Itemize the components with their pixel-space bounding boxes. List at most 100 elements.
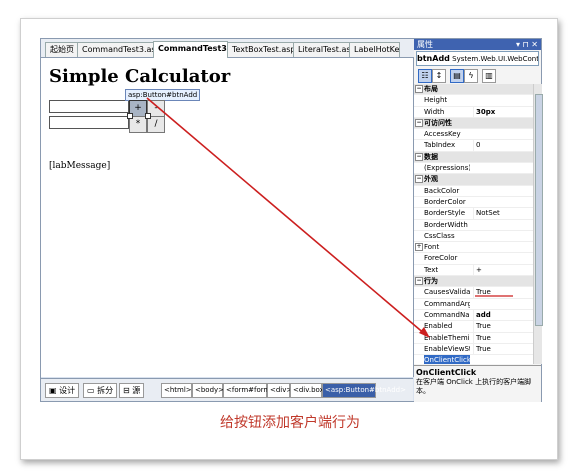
property-value[interactable]: True [473, 321, 533, 332]
property-name: 行为 [424, 277, 438, 286]
property-row[interactable]: BorderWidth [414, 220, 533, 231]
property-value[interactable]: add [473, 309, 533, 321]
property-name: OnClientClick [424, 355, 470, 364]
panel-window-controls[interactable]: ▾ ⊓ ✕ [516, 39, 538, 50]
tab-5[interactable]: LabelHotKey [349, 42, 400, 57]
property-row[interactable]: AccessKey [414, 129, 533, 141]
property-grid-scrollbar[interactable] [533, 84, 543, 364]
expand-icon[interactable]: + [415, 243, 423, 252]
property-row[interactable]: EnableViewStateTrue [414, 343, 533, 356]
property-name: CommandName [424, 310, 470, 319]
source-view-button[interactable]: ⊟ 源 [119, 383, 145, 398]
selection-handle[interactable] [145, 113, 151, 119]
property-category[interactable]: − 布局 [414, 84, 533, 96]
property-row[interactable]: BorderStyle NotSet [414, 208, 533, 220]
property-description: OnClientClick 在客户端 OnClick 上执行的客户端脚本。 [414, 365, 541, 402]
document-tabs: 起始页CommandTest3.aspx.csCommandTest3.aspx… [41, 39, 417, 58]
collapse-icon[interactable]: − [415, 118, 423, 127]
alphabetical-icon[interactable]: ↕ [432, 69, 446, 83]
ide-window: 起始页CommandTest3.aspx.csCommandTest3.aspx… [40, 38, 543, 402]
property-name: Height [424, 96, 448, 105]
events-icon[interactable]: ϟ [464, 69, 478, 83]
property-row[interactable]: OnClientClick [414, 355, 533, 364]
split-view-label: 拆分 [97, 386, 114, 395]
properties-icon[interactable]: ▤ [450, 69, 464, 83]
textbox-second-number[interactable] [49, 116, 129, 129]
collapse-icon[interactable]: − [415, 152, 423, 161]
collapse-icon[interactable]: − [415, 85, 423, 93]
property-row[interactable]: BackColor [414, 186, 533, 197]
property-row[interactable]: Width 30px [414, 106, 533, 118]
designer-bottom-bar: ▣ 设计 ▭ 拆分 ⊟ 源 <html> <body> <form#form1> <d… [41, 378, 413, 401]
source-view-label: 源 [132, 386, 141, 395]
properties-toolbar: ☷ ↕ ▤ ϟ ▥ [414, 67, 541, 85]
property-row[interactable]: CommandArgument [414, 299, 533, 310]
collapse-icon[interactable]: − [415, 175, 423, 184]
textbox-first-number[interactable] [49, 100, 129, 113]
property-row[interactable]: CssClass [414, 231, 533, 243]
collapse-icon[interactable]: − [415, 277, 423, 286]
property-name: Width [424, 107, 445, 116]
property-name: CausesValidation [424, 288, 470, 297]
property-value[interactable]: + [473, 264, 533, 276]
property-row[interactable]: Height [414, 95, 533, 107]
scrollbar-thumb[interactable] [535, 94, 543, 326]
object-selector[interactable]: btnAdd System.Web.UI.WebControls.Button [416, 51, 539, 66]
property-value[interactable]: True [473, 287, 533, 298]
property-row[interactable]: EnableThemingTrue [414, 332, 533, 344]
property-row[interactable]: (Expressions) [414, 163, 533, 175]
property-row[interactable]: CommandNameadd [414, 309, 533, 322]
property-name: CssClass [424, 231, 455, 240]
property-category[interactable]: − 可访问性 [414, 117, 533, 130]
description-text: 在客户端 OnClick 上执行的客户端脚本。 [416, 378, 532, 395]
property-name: BorderStyle [424, 209, 466, 218]
property-row[interactable]: BorderColor [414, 197, 533, 209]
property-name: Font [424, 243, 440, 252]
property-value[interactable]: 30px [473, 106, 533, 117]
property-row[interactable]: TabIndex 0 [414, 140, 533, 152]
breadcrumb-item[interactable]: <html> [161, 383, 192, 398]
tab-1[interactable]: CommandTest3.aspx.cs [77, 42, 154, 57]
property-value[interactable]: NotSet [473, 208, 533, 219]
property-name: (Expressions) [424, 164, 470, 173]
object-name: btnAdd [417, 54, 450, 63]
split-view-button[interactable]: ▭ 拆分 [83, 383, 118, 398]
tab-0[interactable]: 起始页 [45, 42, 78, 57]
breadcrumb-item[interactable]: <form#form1> [223, 383, 281, 398]
breadcrumb-item[interactable]: <asp:Button#btnAdd> [322, 383, 406, 398]
property-category[interactable]: − 数据 [414, 151, 533, 164]
properties-title-bar: 属性 ▾ ⊓ ✕ [414, 39, 541, 50]
page-title: Simple Calculator [49, 66, 231, 87]
tab-4[interactable]: LiteralTest.aspx [293, 42, 350, 57]
design-view-button[interactable]: ▣ 设计 [45, 383, 80, 398]
property-value[interactable]: True [473, 332, 533, 343]
categorized-icon[interactable]: ☷ [418, 69, 432, 83]
property-value[interactable]: True [473, 343, 533, 355]
properties-panel: 属性 ▾ ⊓ ✕ btnAdd System.Web.UI.WebControl… [414, 39, 543, 402]
property-row[interactable]: ForeColor [414, 253, 533, 265]
property-row[interactable]: + Font [414, 242, 533, 254]
breadcrumb-item[interactable]: <div.box> [290, 383, 330, 398]
property-name: Enabled [424, 322, 453, 331]
object-type: System.Web.UI.WebControls.Button [452, 55, 539, 63]
property-row[interactable]: Enabled True [414, 321, 533, 333]
property-name: AccessKey [424, 130, 461, 139]
design-surface[interactable]: Simple Calculator asp:Button#btnAdd + - … [41, 58, 414, 377]
property-row[interactable]: Text + [414, 264, 533, 277]
breadcrumb-item[interactable]: <div> [267, 383, 292, 398]
property-pages-icon[interactable]: ▥ [482, 69, 496, 83]
property-category[interactable]: − 外观 [414, 174, 533, 186]
figure-caption: 给按钮添加客户端行为 [220, 415, 360, 431]
property-name: BorderColor [424, 197, 466, 206]
property-name: Text [424, 265, 439, 274]
property-name: ForeColor [424, 254, 458, 263]
breadcrumb-item[interactable]: <body> [192, 383, 224, 398]
tab-3[interactable]: TextBoxTest.aspx.cs [227, 42, 294, 57]
tab-2[interactable]: CommandTest3.aspx [153, 41, 228, 58]
property-row[interactable]: CausesValidationTrue [414, 287, 533, 299]
property-name: 可访问性 [424, 118, 452, 127]
property-value[interactable]: 0 [473, 140, 533, 151]
selection-handle[interactable] [127, 113, 133, 119]
property-name: TabIndex [424, 141, 456, 150]
property-category[interactable]: − 行为 [414, 276, 533, 288]
